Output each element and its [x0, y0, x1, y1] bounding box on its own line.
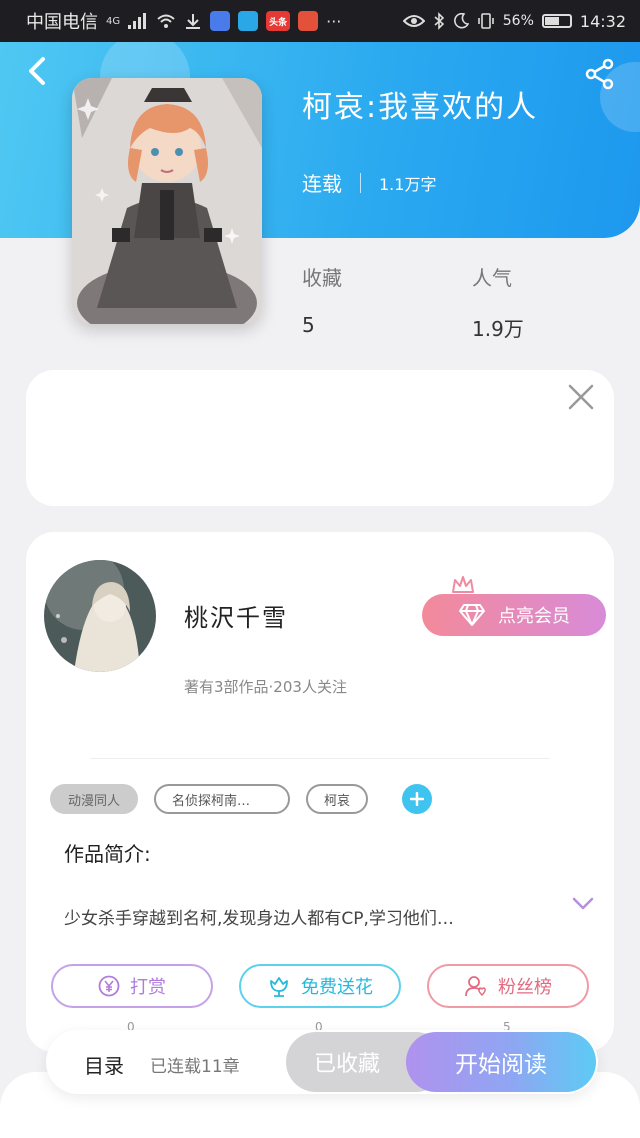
close-button[interactable] [568, 384, 594, 410]
word-count: 1.1万字 [379, 174, 437, 194]
music-app-icon [210, 11, 231, 31]
book-info-card: 桃沢千雪 著有3部作品·203人关注 点亮会员 动漫同人 名侦探柯南… 柯哀 作… [26, 532, 614, 1052]
bluetooth-icon [433, 12, 445, 30]
back-button[interactable] [22, 56, 52, 90]
expand-synopsis-button[interactable] [572, 896, 594, 912]
signal-icon [128, 13, 148, 29]
chevron-down-icon [572, 897, 594, 910]
chapter-count: 已连载11章 [150, 1057, 240, 1077]
add-tag-button[interactable] [402, 784, 433, 814]
reward-button[interactable]: 打赏 [51, 964, 213, 1008]
bottom-action-bar: 目录 已连载11章 已收藏 开始阅读 [46, 1030, 598, 1094]
fans-ranking-label: 粉丝榜 [498, 977, 552, 998]
crown-icon [452, 576, 474, 593]
battery-percent: 56% [502, 13, 534, 29]
vip-button[interactable]: 点亮会员 [422, 594, 606, 636]
popularity-label: 人气 [472, 266, 512, 290]
toc-button[interactable]: 目录 [84, 1050, 124, 1079]
reward-label: 打赏 [130, 977, 166, 998]
close-icon [568, 384, 594, 410]
tag-chip[interactable]: 动漫同人 [50, 784, 139, 814]
diamond-icon [459, 604, 485, 626]
collected-label: 已收藏 [313, 1052, 380, 1077]
eye-comfort-icon [402, 13, 425, 29]
book-title: 柯哀:我喜欢的人 [302, 90, 539, 125]
author-info: 著有3部作品·203人关注 [184, 678, 347, 696]
fans-ranking-button[interactable]: 粉丝榜 [427, 964, 589, 1008]
ad-card [26, 370, 614, 506]
section-divider [90, 758, 550, 759]
vip-button-label: 点亮会员 [498, 606, 570, 627]
yen-icon [98, 975, 120, 997]
more-notifications-icon: ··· [326, 11, 342, 31]
fans-user-icon [465, 976, 486, 997]
avatar[interactable] [44, 560, 156, 672]
tag-chip[interactable]: 名侦探柯南… [154, 784, 291, 814]
synopsis-text[interactable]: 少女杀手穿越到名柯,发现身边人都有CP,学习他们… [64, 904, 534, 929]
download-icon [184, 12, 202, 30]
popularity-value: 1.9万 [472, 317, 524, 341]
carrier-label: 中国电信 [26, 12, 98, 33]
share-button[interactable] [584, 58, 616, 90]
vibrate-icon [477, 12, 495, 30]
do-not-disturb-icon [453, 13, 469, 29]
author-name[interactable]: 桃沢千雪 [184, 598, 288, 633]
avatar-illustration [44, 560, 156, 672]
tag-list: 动漫同人 名侦探柯南… 柯哀 [50, 784, 433, 814]
wifi-icon [156, 13, 176, 29]
toutiao-app-icon: 头条 [266, 11, 291, 31]
network-type-label: 4G [106, 15, 121, 27]
flower-icon [270, 977, 288, 997]
clock: 14:32 [579, 11, 626, 31]
favorites-stat: 收藏 5 [302, 262, 342, 337]
send-flower-label: 免费送花 [301, 977, 373, 998]
book-meta: 连载 1.1万字 [302, 168, 436, 197]
plus-icon [410, 792, 425, 806]
send-flower-button[interactable]: 免费送花 [239, 964, 401, 1008]
shopping-app-icon [298, 11, 319, 31]
favorites-value: 5 [302, 313, 315, 337]
browser-app-icon [238, 11, 259, 31]
tag-chip[interactable]: 柯哀 [306, 784, 369, 814]
share-icon [585, 58, 614, 90]
cover-illustration [72, 78, 262, 324]
status-bar: 中国电信 4G 头条 ··· 56% 14:32 [0, 0, 640, 42]
book-cover[interactable] [72, 78, 262, 324]
battery-icon [541, 14, 572, 28]
book-status: 连载 [302, 172, 342, 196]
back-arrow-icon [29, 57, 45, 85]
popularity-stat: 人气 1.9万 [472, 262, 524, 342]
meta-divider [360, 172, 361, 193]
start-reading-button[interactable]: 开始阅读 [406, 1032, 596, 1092]
start-reading-label: 开始阅读 [455, 1052, 547, 1078]
synopsis-title: 作品简介: [64, 842, 151, 866]
favorites-label: 收藏 [302, 266, 342, 290]
